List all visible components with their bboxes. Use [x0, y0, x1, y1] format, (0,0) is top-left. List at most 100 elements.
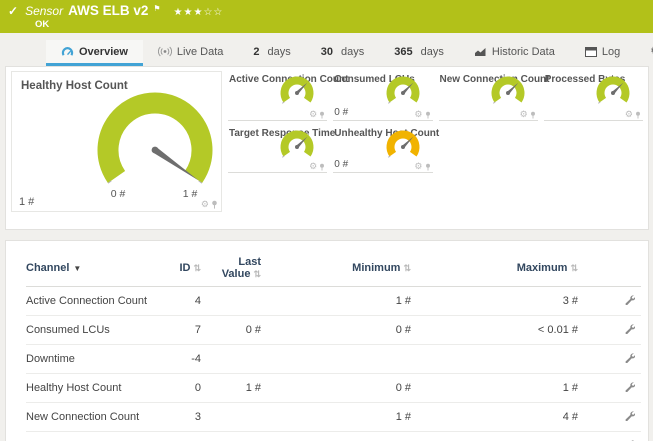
gear-icon[interactable]: ⚙: [309, 162, 317, 171]
gauge-panel-target-response-time[interactable]: Target Response Time ⚙: [228, 125, 335, 173]
stars-filled: ★★★: [173, 7, 204, 18]
pin-icon[interactable]: [635, 111, 641, 119]
channel-name[interactable]: Downtime: [26, 344, 166, 374]
sort-icon: ⇅: [253, 269, 261, 279]
tab-number: 30: [320, 45, 334, 58]
column-header-minimum[interactable]: Minimum ⇅: [261, 249, 411, 287]
channel-id: 4: [166, 286, 201, 316]
tab-live-data[interactable]: Live Data: [143, 40, 238, 66]
gear-icon[interactable]: ⚙: [201, 200, 209, 209]
pin-icon[interactable]: [425, 111, 431, 119]
channel-minimum: 1 #: [261, 402, 411, 432]
gauge-current-value: 1 #: [19, 196, 35, 208]
gauge-scale-min: 0 #: [110, 188, 126, 200]
column-header-id[interactable]: ID ⇅: [166, 249, 201, 287]
sort-icon: ⇅: [570, 263, 578, 273]
gear-icon[interactable]: ⚙: [520, 110, 528, 119]
object-kind-label: Sensor: [25, 4, 64, 18]
tab-settings[interactable]: ⚙ Settings: [635, 40, 653, 66]
gear-icon[interactable]: ⚙: [414, 110, 422, 119]
channel-table-card: Channel ▼ ID ⇅ Last Value ⇅ Minimum ⇅ Maximu…: [5, 240, 649, 441]
stars-empty: ☆☆: [203, 7, 224, 18]
tab-historic-data[interactable]: Historic Data: [459, 40, 570, 66]
tab-30-days[interactable]: 30 days: [306, 40, 380, 66]
small-gauge-grid: Active Connection Count ⚙ Consumed LCUs …: [228, 71, 643, 173]
gear-icon[interactable]: ⚙: [625, 110, 633, 119]
priority-flag-icon[interactable]: ⚑: [153, 4, 160, 13]
channel-name[interactable]: Active Connection Count: [26, 286, 166, 316]
channel-id: 6: [166, 431, 201, 441]
channel-settings-wrench-icon[interactable]: [624, 352, 636, 364]
table-row: New Connection Count 3 1 # 4 #: [26, 402, 641, 432]
column-header-maximum[interactable]: Maximum ⇅: [411, 249, 578, 287]
table-row: Healthy Host Count 0 1 # 0 # 1 #: [26, 373, 641, 403]
channel-name[interactable]: Consumed LCUs: [26, 315, 166, 345]
channel-settings-wrench-icon[interactable]: [624, 294, 636, 306]
sort-caret-icon: ▼: [73, 264, 82, 273]
channel-settings-wrench-icon[interactable]: [624, 381, 636, 393]
gear-icon[interactable]: ⚙: [309, 110, 317, 119]
gauge-scale-max: 1 #: [182, 188, 198, 200]
channel-id: 0: [166, 373, 201, 403]
tab-label: Historic Data: [491, 45, 555, 58]
channel-minimum: 0 #: [261, 373, 411, 403]
tab-365-days[interactable]: 365 days: [379, 40, 459, 66]
pin-icon[interactable]: [425, 163, 431, 171]
channel-minimum: < 0.01 MB: [261, 431, 411, 441]
channel-minimum: 1 #: [261, 286, 411, 316]
channel-last-value: [201, 431, 261, 441]
channel-id: 7: [166, 315, 201, 345]
channel-minimum: [261, 344, 411, 374]
column-header-last-value[interactable]: Last Value ⇅: [201, 249, 261, 287]
gauges-card: Healthy Host Count 0 # 1 # 1 # ⚙ Active …: [5, 66, 649, 230]
tab-number: 365: [394, 45, 413, 58]
channel-maximum: < 0.01 #: [411, 315, 578, 345]
chart-icon: [474, 47, 487, 57]
broadcast-icon: [157, 46, 172, 57]
channel-maximum: [411, 344, 578, 374]
table-row: Processed Bytes 6 < 0.01 MB < 0.01 MB: [26, 431, 641, 441]
channel-last-value: [201, 286, 261, 316]
gauge-panel-consumed-lcus[interactable]: Consumed LCUs 0 # ⚙: [333, 71, 433, 121]
column-header-channel[interactable]: Channel ▼: [26, 249, 166, 287]
healthy-host-count-gauge: [97, 92, 213, 184]
log-icon: [584, 46, 597, 57]
gauge-panel-unhealthy-host-count[interactable]: Unhealthy Host Count 0 # ⚙: [333, 125, 439, 173]
gauge-panel-active-connection-count[interactable]: Active Connection Count ⚙: [228, 71, 348, 121]
priority-stars[interactable]: ★★★☆☆: [174, 7, 224, 18]
tab-2-days[interactable]: 2 days: [238, 40, 305, 66]
gear-icon[interactable]: ⚙: [414, 162, 422, 171]
gauge-panel-processed-bytes[interactable]: Processed Bytes ⚙: [543, 71, 643, 121]
channel-table: Channel ▼ ID ⇅ Last Value ⇅ Minimum ⇅ Maximu…: [26, 249, 641, 441]
channel-last-value: [201, 402, 261, 432]
gauge-panel-healthy-host-count[interactable]: Healthy Host Count 0 # 1 # 1 # ⚙: [11, 71, 222, 212]
pin-icon[interactable]: [319, 163, 325, 171]
table-row: Consumed LCUs 7 0 # 0 # < 0.01 #: [26, 315, 641, 345]
tab-bar: Overview Live Data 2 days 30 days 365 da…: [0, 40, 653, 66]
channel-name[interactable]: New Connection Count: [26, 402, 166, 432]
sensor-status-text: OK: [35, 19, 50, 30]
pin-icon[interactable]: [530, 111, 536, 119]
channel-name[interactable]: Healthy Host Count: [26, 373, 166, 403]
tab-label: Live Data: [176, 45, 224, 58]
channel-settings-wrench-icon[interactable]: [624, 410, 636, 422]
gauge-current-value: 0 #: [334, 159, 349, 170]
channel-settings-wrench-icon[interactable]: [624, 323, 636, 335]
gauge-icon: [61, 46, 74, 57]
column-header-tools: [578, 249, 641, 287]
gauge-panel-new-connection-count[interactable]: New Connection Count ⚙: [438, 71, 550, 121]
channel-maximum: 4 #: [411, 402, 578, 432]
tab-overview[interactable]: Overview: [46, 40, 143, 66]
table-row: Downtime -4: [26, 344, 641, 374]
ok-check-icon: ✓: [8, 4, 19, 18]
channel-maximum: 1 #: [411, 373, 578, 403]
channel-last-value: [201, 344, 261, 374]
channel-name[interactable]: Processed Bytes: [26, 431, 166, 441]
table-row: Active Connection Count 4 1 # 3 #: [26, 286, 641, 316]
channel-id: 3: [166, 402, 201, 432]
pin-icon[interactable]: [211, 200, 218, 209]
sensor-name: AWS ELB v2: [68, 3, 149, 18]
sensor-status-bar: ✓ Sensor AWS ELB v2 ⚑ ★★★☆☆ OK: [0, 0, 653, 33]
tab-log[interactable]: Log: [570, 40, 635, 66]
pin-icon[interactable]: [319, 111, 325, 119]
